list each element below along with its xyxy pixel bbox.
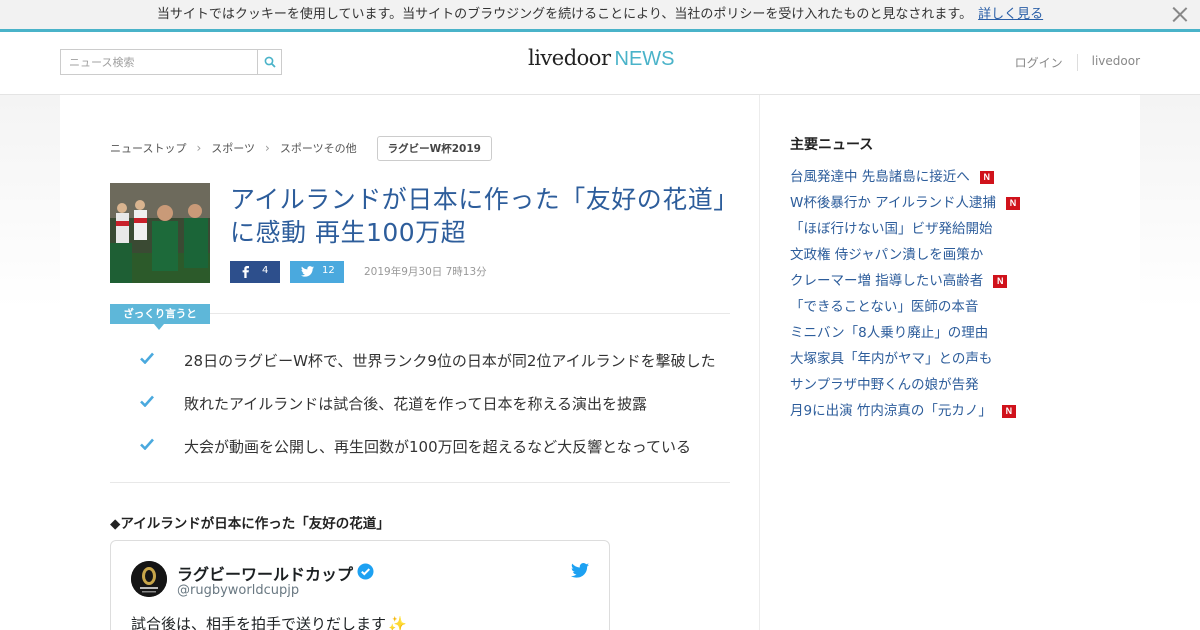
breadcrumb: ニューストップ › スポーツ › スポーツその他 ラグビーW杯2019 (110, 135, 492, 161)
sparkles-icon: ✨ (388, 615, 407, 630)
avatar[interactable] (131, 561, 167, 597)
search-box (60, 49, 282, 75)
news-item-label[interactable]: 文政権 侍ジャパン潰しを画策か (790, 243, 983, 267)
news-item[interactable]: 「ほぼ行けない国」ビザ発給開始 (790, 216, 1120, 242)
twitter-count: 12 (322, 265, 335, 276)
search-input[interactable] (61, 50, 257, 74)
tweet-text: 試合後は、相手を拍手で送りだします ✨ (131, 613, 407, 630)
news-item-label[interactable]: 台風発達中 先島諸島に接近へ (790, 165, 970, 189)
news-item[interactable]: 「できることない」医師の本音 (790, 294, 1120, 320)
cookie-message-text: 当サイトではクッキーを使用しています。当サイトのブラウジングを続けることにより、… (156, 7, 973, 22)
verified-icon (357, 563, 374, 580)
twitter-bird-icon[interactable] (571, 563, 589, 578)
news-item[interactable]: 台風発達中 先島諸島に接近へ N (790, 164, 1120, 190)
login-link[interactable]: ログイン (1001, 54, 1078, 71)
article-subheading: ◆アイルランドが日本に作った「友好の花道」 (110, 516, 390, 532)
news-item-label[interactable]: 「できることない」医師の本音 (790, 295, 978, 319)
summary-text: 大会が動画を公開し、再生回数が100万回を超えるなど大反響となっている (184, 438, 691, 456)
article-title: アイルランドが日本に作った「友好の花道」に感動 再生100万超 (230, 185, 727, 247)
summary-text: 28日のラグビーW杯で、世界ランク9位の日本が同2位アイルランドを撃破した (184, 352, 716, 370)
news-item[interactable]: ミニバン「8人乗り廃止」の理由 (790, 320, 1120, 346)
tweet-author-name[interactable]: ラグビーワールドカップ (177, 561, 353, 585)
livedoor-link[interactable]: livedoor (1078, 54, 1140, 71)
sidebar-title: 主要ニュース (790, 137, 874, 153)
news-item-label[interactable]: 大塚家具「年内がヤマ」との声も (790, 347, 992, 371)
logo-main: livedoor (528, 46, 611, 70)
new-badge: N (1001, 404, 1016, 418)
cookie-message: 当サイトではクッキーを使用しています。当サイトのブラウジングを続けることにより、… (0, 0, 1200, 29)
topic-tag[interactable]: ラグビーW杯2019 (376, 135, 492, 161)
news-item-label[interactable]: クレーマー増 指導したい高齢者 (790, 269, 983, 293)
top-news-list: 台風発達中 先島諸島に接近へ N W杯後暴行か アイルランド人逮捕 N 「ほぼ行けな… (790, 164, 1120, 424)
rugby-world-cup-logo (131, 561, 167, 597)
chevron-right-icon: › (196, 141, 202, 155)
facebook-count: 4 (262, 265, 269, 276)
article-thumbnail[interactable] (110, 183, 210, 283)
breadcrumb-item[interactable]: スポーツ (211, 140, 255, 156)
header-links: ログイン livedoor (1001, 54, 1140, 71)
embedded-tweet[interactable]: ラグビーワールドカップ @rugbyworldcupjp 試合後は、相手を拍手で… (110, 540, 610, 630)
logo-news: NEWS (614, 48, 675, 70)
news-item-label[interactable]: 「ほぼ行けない国」ビザ発給開始 (790, 217, 993, 241)
site-logo[interactable]: livedoor NEWS (528, 46, 675, 78)
news-item-label[interactable]: 月9に出演 竹内涼真の「元カノ」 (790, 399, 992, 423)
check-icon (140, 438, 154, 450)
tweet-author-handle[interactable]: @rugbyworldcupjp (177, 583, 299, 598)
tweet-text-content: 試合後は、相手を拍手で送りだします (131, 615, 387, 630)
summary-item: 大会が動画を公開し、再生回数が100万回を超えるなど大反響となっている (140, 436, 730, 460)
check-icon (140, 352, 154, 364)
summary-label: ざっくり言うと (110, 304, 210, 330)
news-item[interactable]: 大塚家具「年内がヤマ」との声も (790, 346, 1120, 372)
thumbnail-image (110, 183, 210, 283)
news-item[interactable]: W杯後暴行か アイルランド人逮捕 N (790, 190, 1120, 216)
chevron-right-icon: › (265, 141, 270, 155)
cookie-details-link[interactable]: 詳しく見る (978, 7, 1043, 22)
twitter-icon (301, 266, 314, 277)
summary-item: 敗れたアイルランドは試合後、花道を作って日本を称える演出を披露 (140, 393, 730, 417)
new-badge: N (979, 170, 994, 184)
news-item[interactable]: 月9に出演 竹内涼真の「元カノ」 N (790, 398, 1120, 424)
search-button[interactable] (257, 50, 281, 74)
new-badge: N (1005, 196, 1020, 210)
news-item[interactable]: 文政権 侍ジャパン潰しを画策か (790, 242, 1120, 268)
search-icon (264, 56, 276, 68)
article-date: 2019年9月30日 7時13分 (364, 266, 487, 278)
summary-item: 28日のラグビーW杯で、世界ランク9位の日本が同2位アイルランドを撃破した (140, 350, 730, 374)
news-item[interactable]: サンプラザ中野くんの娘が告発 (790, 372, 1120, 398)
breadcrumb-item[interactable]: ニューストップ (110, 140, 186, 156)
summary-text: 敗れたアイルランドは試合後、花道を作って日本を称える演出を披露 (184, 395, 648, 413)
new-badge: N (993, 274, 1008, 288)
check-icon (140, 395, 154, 407)
news-item[interactable]: クレーマー増 指導したい高齢者 N (790, 268, 1120, 294)
news-item-label[interactable]: W杯後暴行か アイルランド人逮捕 (790, 191, 996, 215)
close-icon[interactable] (1172, 6, 1188, 22)
divider (210, 313, 730, 314)
facebook-share-button[interactable]: 4 (230, 261, 280, 283)
site-header: livedoorNEWS ログイン livedoor (0, 32, 1200, 95)
twitter-share-button[interactable]: 12 (290, 261, 344, 283)
cookie-bar: 当サイトではクッキーを使用しています。当サイトのブラウジングを続けることにより、… (0, 0, 1200, 32)
news-item-label[interactable]: サンプラザ中野くんの娘が告発 (790, 373, 979, 397)
facebook-icon (242, 266, 249, 278)
breadcrumb-item[interactable]: スポーツその他 (280, 140, 357, 156)
news-item-label[interactable]: ミニバン「8人乗り廃止」の理由 (790, 321, 988, 345)
divider (110, 482, 730, 483)
